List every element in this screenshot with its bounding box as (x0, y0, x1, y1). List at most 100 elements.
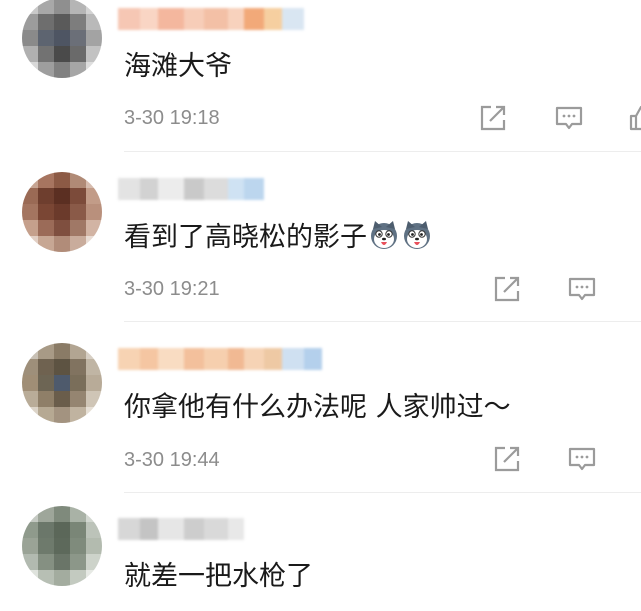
avatar-mosaic-cell (22, 30, 38, 46)
like-icon[interactable] (627, 103, 641, 133)
username-mosaic-cell (264, 348, 282, 370)
avatar-mosaic-cell (54, 0, 70, 14)
username-blurred[interactable] (118, 8, 304, 30)
avatar-mosaic-cell (54, 236, 70, 252)
avatar-mosaic-cell (38, 506, 54, 522)
avatar-mosaic-cell (54, 46, 70, 62)
username-blurred[interactable] (118, 518, 244, 540)
avatar-mosaic-cell (38, 391, 54, 407)
comment-icon[interactable] (567, 444, 597, 474)
avatar[interactable] (22, 506, 102, 586)
avatar-mosaic-cell (22, 554, 38, 570)
avatar-mosaic-cell (22, 359, 38, 375)
username-mosaic-cell (158, 178, 184, 200)
username-mosaic-cell (204, 348, 228, 370)
avatar-mosaic-cell (86, 375, 102, 391)
username-mosaic-cell (118, 518, 140, 540)
avatar-mosaic-cell (70, 391, 86, 407)
avatar-mosaic-cell (22, 570, 38, 586)
avatar-mosaic-cell (54, 391, 70, 407)
avatar-mosaic-cell (86, 172, 102, 188)
avatar-mosaic-cell (38, 14, 54, 30)
avatar-mosaic-cell (38, 359, 54, 375)
username-blurred[interactable] (118, 348, 322, 370)
avatar-mosaic-cell (54, 538, 70, 554)
username-mosaic-cell (228, 178, 244, 200)
avatar-mosaic-cell (54, 188, 70, 204)
avatar-mosaic-cell (54, 30, 70, 46)
avatar-mosaic-cell (70, 407, 86, 423)
avatar-mosaic-cell (54, 220, 70, 236)
avatar-mosaic-cell (70, 14, 86, 30)
avatar-mosaic-cell (38, 172, 54, 188)
avatar-mosaic-cell (54, 522, 70, 538)
username-mosaic-cell (118, 348, 140, 370)
avatar-mosaic-cell (22, 343, 38, 359)
username-mosaic-cell (184, 348, 204, 370)
comment-time: 3-30 19:18 (124, 107, 220, 129)
username-blurred[interactable] (118, 178, 264, 200)
avatar-mosaic-cell (70, 0, 86, 14)
username-mosaic-cell (204, 178, 228, 200)
share-icon[interactable] (492, 444, 522, 474)
share-icon[interactable] (492, 274, 522, 304)
avatar-mosaic-cell (22, 204, 38, 220)
avatar-mosaic-cell (86, 506, 102, 522)
avatar-mosaic-cell (38, 538, 54, 554)
avatar-mosaic-cell (22, 522, 38, 538)
username-mosaic-cell (158, 518, 184, 540)
avatar-mosaic-cell (38, 204, 54, 220)
avatar-mosaic-cell (70, 172, 86, 188)
avatar-mosaic-cell (38, 375, 54, 391)
avatar-mosaic-cell (22, 391, 38, 407)
avatar-mosaic-cell (38, 188, 54, 204)
avatar-mosaic-cell (70, 522, 86, 538)
username-mosaic-cell (228, 518, 244, 540)
username-mosaic-cell (244, 8, 264, 30)
comment-icon[interactable] (554, 103, 584, 133)
avatar-mosaic-cell (86, 343, 102, 359)
avatar-mosaic-cell (22, 506, 38, 522)
avatar-mosaic-cell (38, 407, 54, 423)
avatar-mosaic-cell (70, 220, 86, 236)
avatar-mosaic-cell (70, 506, 86, 522)
avatar-mosaic-cell (38, 220, 54, 236)
avatar-mosaic-cell (54, 204, 70, 220)
avatar-mosaic-cell (54, 375, 70, 391)
username-mosaic-cell (140, 348, 158, 370)
avatar-mosaic-cell (86, 220, 102, 236)
divider (124, 151, 641, 152)
avatar-mosaic-cell (38, 554, 54, 570)
comment-text-content: 看到了高晓松的影子 (124, 222, 367, 253)
avatar-mosaic-cell (22, 220, 38, 236)
username-mosaic-cell (304, 348, 322, 370)
username-mosaic-cell (118, 8, 140, 30)
avatar[interactable] (22, 0, 102, 78)
avatar-mosaic-cell (86, 570, 102, 586)
avatar-mosaic-cell (70, 204, 86, 220)
avatar-mosaic-cell (22, 0, 38, 14)
avatar-mosaic-cell (86, 407, 102, 423)
avatar-mosaic-cell (70, 236, 86, 252)
comment-icon[interactable] (567, 274, 597, 304)
avatar[interactable] (22, 343, 102, 423)
comment-text: 你拿他有什么办法呢 人家帅过～ (124, 392, 511, 423)
comment-text: 就差一把水枪了 (124, 561, 313, 592)
username-mosaic-cell (228, 8, 244, 30)
avatar-mosaic-cell (54, 506, 70, 522)
username-mosaic-cell (158, 348, 184, 370)
username-mosaic-cell (140, 178, 158, 200)
avatar-mosaic-cell (22, 375, 38, 391)
avatar-mosaic-cell (70, 46, 86, 62)
avatar-mosaic-cell (70, 538, 86, 554)
avatar-mosaic-cell (38, 343, 54, 359)
avatar-mosaic-cell (22, 62, 38, 78)
username-mosaic-cell (140, 8, 158, 30)
avatar-mosaic-cell (86, 188, 102, 204)
avatar[interactable] (22, 172, 102, 252)
username-mosaic-cell (140, 518, 158, 540)
avatar-mosaic-cell (38, 236, 54, 252)
avatar-mosaic-cell (70, 188, 86, 204)
share-icon[interactable] (478, 103, 508, 133)
avatar-mosaic-cell (54, 359, 70, 375)
